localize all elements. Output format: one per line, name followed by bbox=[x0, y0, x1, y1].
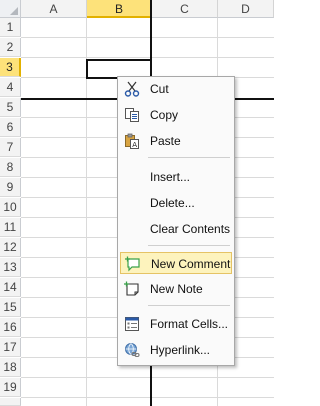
menu-item-cut-label: Cut bbox=[150, 82, 169, 96]
row-header-7[interactable]: 7 bbox=[0, 138, 21, 157]
menu-separator bbox=[148, 157, 230, 158]
column-header-a[interactable]: A bbox=[21, 0, 87, 18]
menu-separator bbox=[148, 245, 230, 246]
menu-item-paste-label: Paste bbox=[150, 134, 181, 148]
select-all-corner[interactable] bbox=[0, 0, 21, 18]
row-header-8[interactable]: 8 bbox=[0, 158, 21, 177]
menu-item-paste[interactable]: A Paste bbox=[120, 130, 232, 152]
row-header-4[interactable]: 4 bbox=[0, 78, 21, 97]
menu-item-new-comment[interactable]: New Comment bbox=[120, 252, 232, 274]
new-note-icon bbox=[124, 281, 139, 296]
menu-item-clear-contents[interactable]: Clear Contents bbox=[120, 218, 232, 240]
gridline-horizontal bbox=[21, 37, 274, 38]
new-comment-icon bbox=[125, 256, 140, 272]
menu-item-copy-label: Copy bbox=[150, 108, 179, 122]
menu-item-format-cells-label: Format Cells... bbox=[150, 317, 229, 331]
select-all-triangle-icon bbox=[10, 7, 18, 15]
row-header-11[interactable]: 11 bbox=[0, 218, 21, 237]
hyperlink-icon bbox=[125, 343, 140, 358]
menu-item-new-note-label: New Note bbox=[150, 282, 203, 296]
menu-item-hyperlink[interactable]: Hyperlink... bbox=[120, 339, 232, 361]
svg-text:A: A bbox=[132, 141, 137, 149]
row-header-6[interactable]: 6 bbox=[0, 118, 21, 137]
row-header-19[interactable]: 19 bbox=[0, 378, 21, 397]
menu-item-cut[interactable]: Cut bbox=[120, 78, 232, 100]
menu-item-clear-contents-label: Clear Contents bbox=[150, 222, 231, 236]
menu-item-insert[interactable]: Insert... bbox=[120, 166, 232, 188]
scissors-icon bbox=[124, 81, 140, 97]
menu-item-delete[interactable]: Delete... bbox=[120, 192, 232, 214]
row-header-5[interactable]: 5 bbox=[0, 98, 21, 117]
row-header-18[interactable]: 18 bbox=[0, 358, 21, 377]
copy-icon bbox=[125, 108, 139, 122]
menu-item-insert-label: Insert... bbox=[150, 170, 191, 184]
menu-item-hyperlink-label: Hyperlink... bbox=[150, 343, 211, 357]
menu-item-copy[interactable]: Copy bbox=[120, 104, 232, 126]
row-header-9[interactable]: 9 bbox=[0, 178, 21, 197]
row-header-12[interactable]: 12 bbox=[0, 238, 21, 257]
gridline-horizontal bbox=[21, 377, 274, 378]
menu-item-delete-label: Delete... bbox=[150, 196, 195, 210]
row-header-15[interactable]: 15 bbox=[0, 298, 21, 317]
row-header-1[interactable]: 1 bbox=[0, 18, 21, 37]
context-menu: Cut Copy A Paste Insert... Delete... Cle… bbox=[117, 76, 235, 366]
paste-icon: A bbox=[125, 133, 139, 149]
row-header-17[interactable]: 17 bbox=[0, 338, 21, 357]
row-header-14[interactable]: 14 bbox=[0, 278, 21, 297]
menu-item-new-comment-label: New Comment bbox=[151, 257, 231, 271]
column-header-c[interactable]: C bbox=[152, 0, 218, 18]
format-cells-icon bbox=[125, 317, 139, 331]
menu-item-format-cells[interactable]: Format Cells... bbox=[120, 313, 232, 335]
row-header-10[interactable]: 10 bbox=[0, 198, 21, 217]
row-header-20[interactable] bbox=[0, 398, 21, 406]
gridline-horizontal bbox=[21, 57, 274, 58]
column-header-b[interactable]: B bbox=[87, 0, 152, 18]
row-header-2[interactable]: 2 bbox=[0, 38, 21, 57]
menu-item-new-note[interactable]: New Note bbox=[120, 278, 232, 300]
row-header-3[interactable]: 3 bbox=[0, 58, 21, 77]
row-header-16[interactable]: 16 bbox=[0, 318, 21, 337]
row-header-13[interactable]: 13 bbox=[0, 258, 21, 277]
column-header-d[interactable]: D bbox=[218, 0, 274, 18]
gridline-horizontal bbox=[21, 397, 274, 398]
menu-separator bbox=[148, 305, 230, 306]
